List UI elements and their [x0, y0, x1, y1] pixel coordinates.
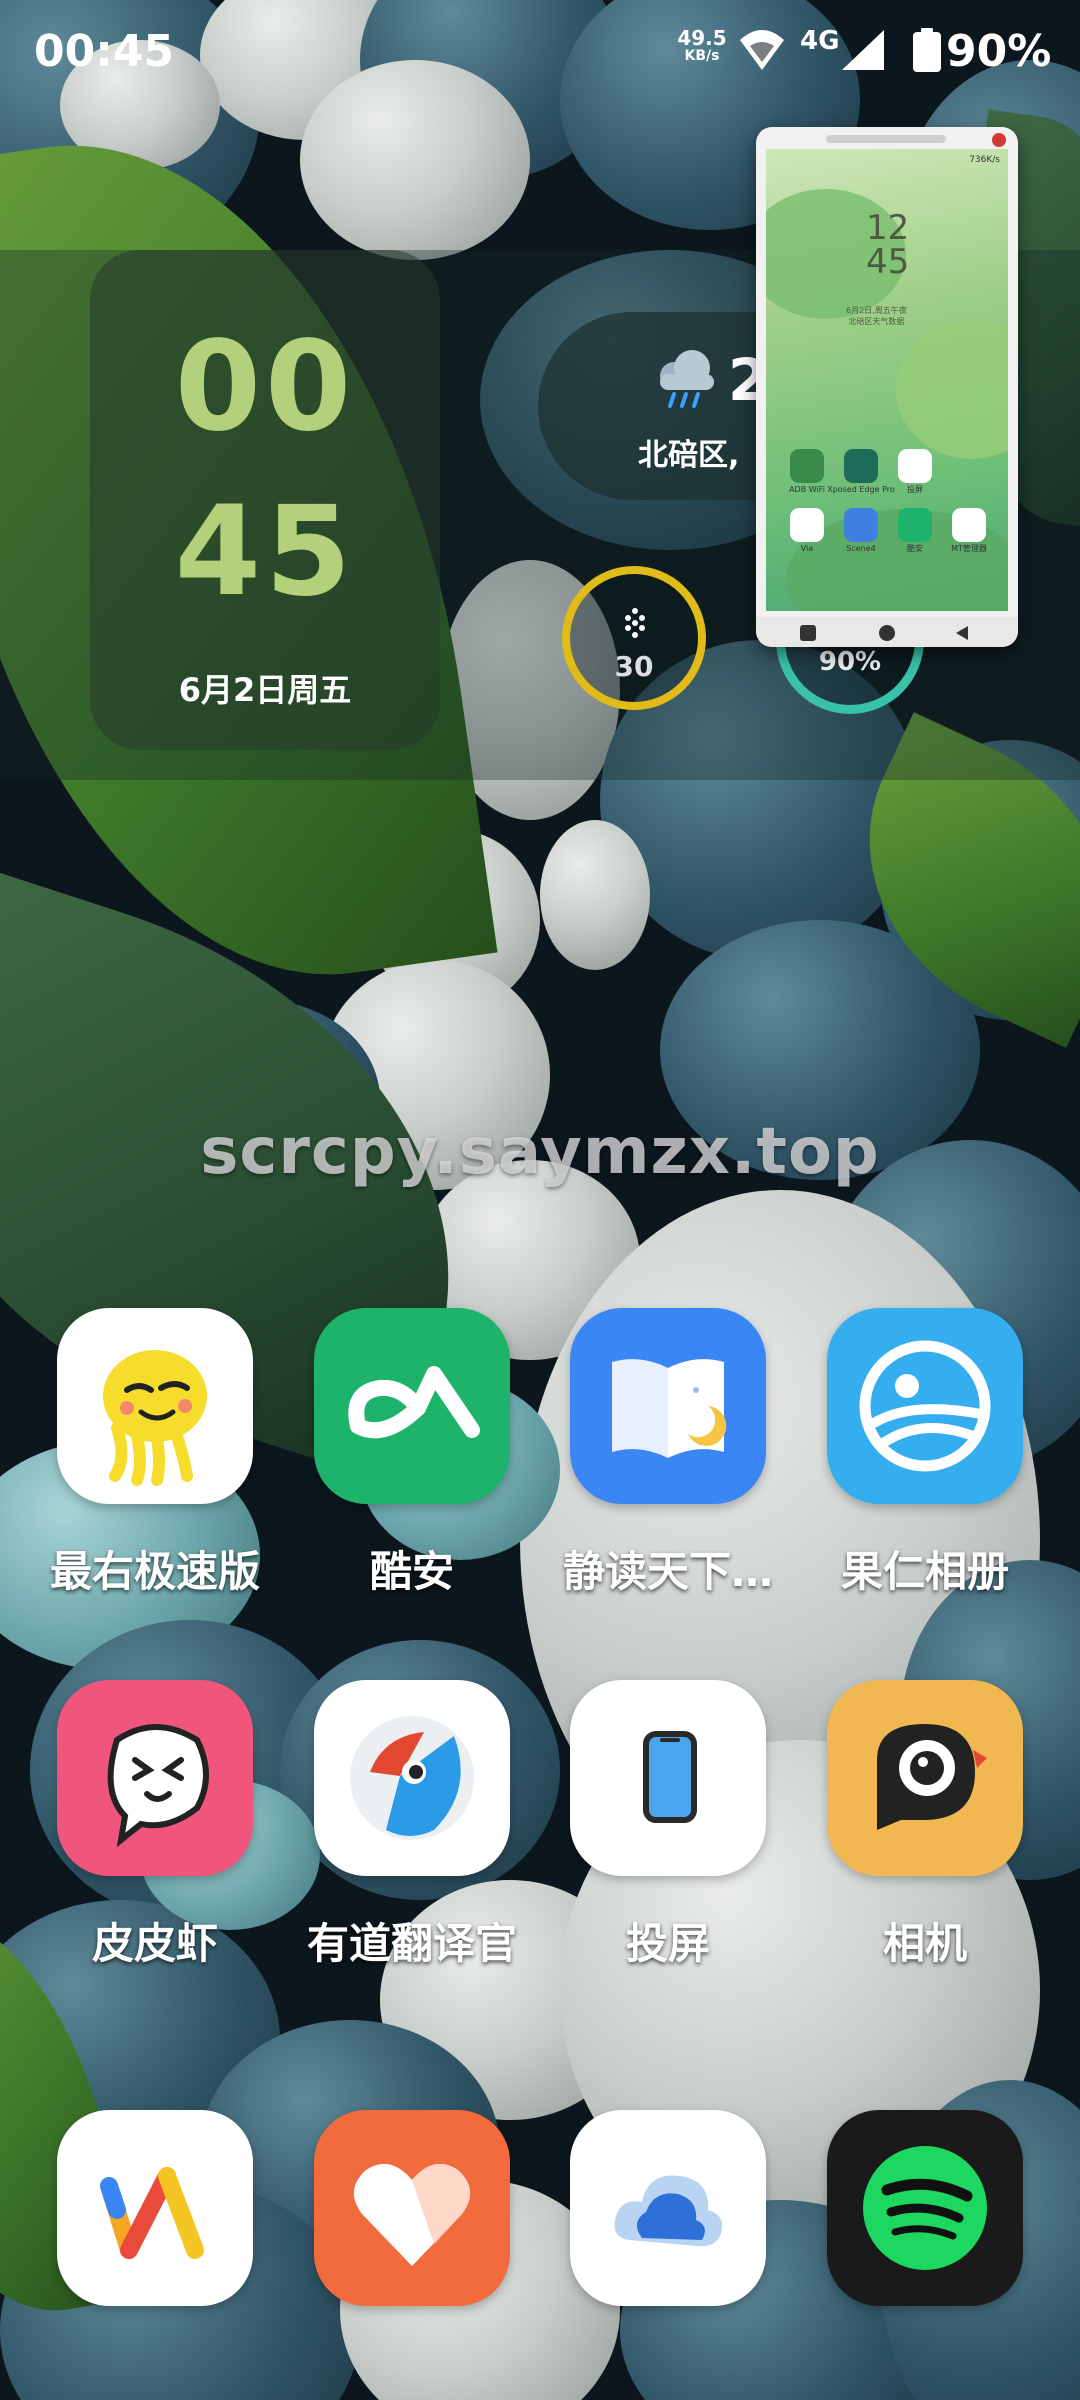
app-cloud[interactable] [543, 2110, 793, 2340]
moon-reader-icon [570, 1308, 766, 1504]
mirror-status-text: 736K/s [969, 155, 1000, 165]
app-gallery[interactable]: 果仁相册 [800, 1308, 1050, 1599]
app-label: 静读天下… [562, 1547, 773, 1596]
screen-cast-icon [570, 1680, 766, 1876]
app-spotify[interactable] [800, 2110, 1050, 2340]
app-via-browser[interactable] [30, 2110, 280, 2340]
fitness-dots-icon [625, 608, 645, 638]
app-screen-cast[interactable]: 投屏 [543, 1680, 793, 1971]
mirror-clock: 12 45 [866, 211, 909, 279]
steps-ring-widget[interactable]: 30 [562, 566, 706, 710]
wifi-icon [740, 30, 784, 70]
mirror-app[interactable]: Xposed Edge Pro [827, 449, 895, 494]
app-label: 果仁相册 [840, 1547, 1009, 1596]
mirror-app[interactable]: MT管理器 [942, 508, 996, 553]
via-browser-icon [57, 2110, 253, 2306]
app-health[interactable] [287, 2110, 537, 2340]
mirror-date: 6月2日,周五午夜 北碚区天气数据 [846, 305, 907, 327]
mirror-app-icon [898, 508, 932, 543]
mirror-app-icon [952, 508, 986, 543]
mirror-app-label: Scene4 [846, 544, 876, 554]
mirror-app-icon [790, 508, 824, 543]
battery-percent: 90% [946, 26, 1052, 77]
mirror-back-button[interactable] [954, 625, 970, 641]
mirror-app[interactable]: Scene4 [834, 508, 888, 553]
weather-location: 北碚区, [638, 438, 740, 473]
mirror-app-label: MT管理器 [951, 544, 987, 554]
mirror-recents-button[interactable] [800, 625, 816, 641]
mirror-clock-minute: 45 [866, 242, 910, 282]
mirror-app-label: Xposed Edge Pro [827, 485, 895, 494]
battery-icon [913, 28, 941, 72]
mirror-drag-handle[interactable] [826, 135, 946, 143]
app-label: 酷安 [369, 1547, 454, 1596]
mirror-app-icon [844, 449, 878, 483]
mirror-date-line1: 6月2日,周五午夜 [846, 306, 907, 315]
app-coolapk[interactable]: 酷安 [287, 1308, 537, 1599]
app-youdao[interactable]: 有道翻译官 [287, 1680, 537, 1971]
mirror-app-icon [898, 449, 932, 483]
network-speed: 49.5 KB/s [672, 28, 732, 64]
coolapk-icon [314, 1308, 510, 1504]
mirror-app-icon [952, 449, 986, 483]
mirror-app[interactable]: 酷安 [888, 508, 942, 553]
network-speed-value: 49.5 [677, 26, 727, 50]
camera-icon [827, 1680, 1023, 1876]
cell-signal-icon [842, 30, 884, 70]
gallery-icon [827, 1308, 1023, 1504]
mirror-date-line2: 北碚区天气数据 [848, 317, 905, 326]
app-moon-reader[interactable]: 静读天下… [543, 1308, 793, 1599]
battery-ring-value: 90% [818, 647, 882, 677]
clock-minute: 45 [174, 480, 356, 624]
youdao-icon [314, 1680, 510, 1876]
clock-hour: 00 [174, 315, 356, 459]
mirror-screen[interactable]: 736K/s 12 45 6月2日,周五午夜 北碚区天气数据 ADB WiFi X… [766, 149, 1008, 611]
app-zuiyou[interactable]: 最右极速版 [30, 1308, 280, 1599]
mirror-preview-window[interactable]: 736K/s 12 45 6月2日,周五午夜 北碚区天气数据 ADB WiFi X… [756, 127, 1018, 647]
app-label: 相机 [882, 1919, 967, 1968]
mirror-app-label: 酷安 [907, 544, 923, 554]
mirror-home-button[interactable] [879, 625, 895, 641]
app-camera[interactable]: 相机 [800, 1680, 1050, 1971]
clock-date: 6月2日周五 [178, 671, 352, 709]
pipixia-icon [57, 1680, 253, 1876]
mirror-app[interactable]: 投屏 [888, 449, 942, 494]
steps-value: 30 [614, 650, 654, 683]
mirror-app-grid: ADB WiFi Xposed Edge Pro 投屏 Via Scene4 酷安 MT管理… [780, 449, 996, 554]
mirror-app-label: Via [800, 544, 814, 554]
clock-widget[interactable]: 00 45 6月2日周五 [90, 250, 440, 750]
mirror-app-label: ADB WiFi [789, 485, 825, 494]
mirror-app-icon [844, 508, 878, 543]
mirror-clock-hour: 12 [866, 208, 910, 248]
mirror-nav-bar [756, 617, 1018, 647]
app-label: 有道翻译官 [306, 1919, 517, 1968]
spotify-icon [827, 2110, 1023, 2306]
app-label: 最右极速版 [49, 1547, 260, 1596]
health-heart-icon [314, 2110, 510, 2306]
mirror-app[interactable]: Via [780, 508, 834, 553]
mirror-app-icon [790, 449, 824, 483]
app-pipixia[interactable]: 皮皮虾 [30, 1680, 280, 1971]
zuiyou-icon [57, 1308, 253, 1504]
network-type: 4G [800, 26, 840, 56]
mirror-close-button[interactable] [992, 133, 1006, 147]
status-bar: 00:45 49.5 KB/s 4G 90% [0, 0, 1080, 100]
mirror-app-label: 投屏 [907, 485, 923, 494]
app-label: 皮皮虾 [91, 1919, 218, 1968]
status-time: 00:45 [34, 26, 175, 77]
app-label: 投屏 [625, 1919, 710, 1968]
cloud-icon [570, 2110, 766, 2306]
network-speed-unit: KB/s [684, 48, 720, 64]
mirror-app[interactable]: ADB WiFi [780, 449, 834, 494]
rain-cloud-icon [660, 350, 714, 408]
mirror-app[interactable] [942, 449, 996, 494]
watermark-text: scrcpy.saymzx.top [200, 1115, 880, 1189]
